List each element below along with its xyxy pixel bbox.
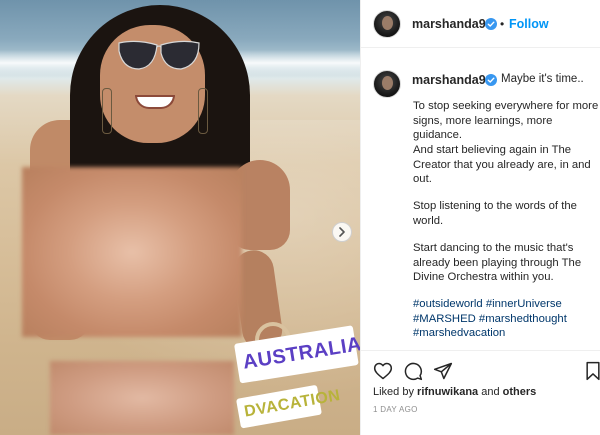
verified-badge-icon (485, 74, 497, 86)
post-side-panel: marshanda99 • Follow marshanda99 Maybe i… (360, 0, 600, 435)
chevron-right-icon (339, 227, 345, 237)
earring-right (198, 88, 208, 134)
likes-prefix: Liked by (373, 386, 414, 398)
likes-summary: Liked by rifnuwikana and others (373, 386, 536, 398)
likes-others-link[interactable]: others (503, 386, 537, 398)
liked-by-user[interactable]: rifnuwikana (417, 386, 478, 398)
caption-paragraph: Stop listening to the words of the world… (413, 200, 577, 227)
post-photo[interactable]: AUSTRALIA DVACATION (0, 0, 360, 435)
caption-hashtags[interactable]: #outsideworld #innerUniverse #MARSHED #m… (413, 297, 600, 341)
caption-paragraph: To stop seeking everywhere for more sign… (413, 100, 599, 141)
next-photo-button[interactable] (332, 222, 352, 242)
post-timestamp[interactable]: 1 DAY AGO (373, 405, 418, 414)
likes-conjunction: and (481, 386, 500, 398)
comment-icon[interactable] (403, 361, 423, 381)
earring-left (102, 88, 112, 134)
heart-icon[interactable] (373, 361, 393, 381)
caption-paragraph: Start dancing to the music that's alread… (413, 242, 582, 283)
header-separator: • (500, 17, 505, 31)
bookmark-icon[interactable] (583, 361, 600, 381)
header-username[interactable]: marshanda99 (412, 17, 493, 31)
caption-first-line: Maybe it's time.. (501, 73, 584, 85)
share-icon[interactable] (433, 361, 453, 381)
caption-paragraph: And start believing again in The Creator… (413, 144, 591, 185)
blurred-region-top (22, 167, 242, 337)
verified-badge-icon (485, 18, 497, 30)
avatar[interactable] (373, 10, 401, 38)
action-bar (361, 350, 600, 390)
caption-avatar[interactable] (373, 70, 401, 98)
post-header: marshanda99 • Follow (361, 0, 600, 48)
sunglasses (118, 40, 200, 70)
caption-username[interactable]: marshanda99 (412, 73, 493, 87)
follow-button[interactable]: Follow (509, 17, 549, 31)
blurred-region-bottom (50, 361, 234, 435)
